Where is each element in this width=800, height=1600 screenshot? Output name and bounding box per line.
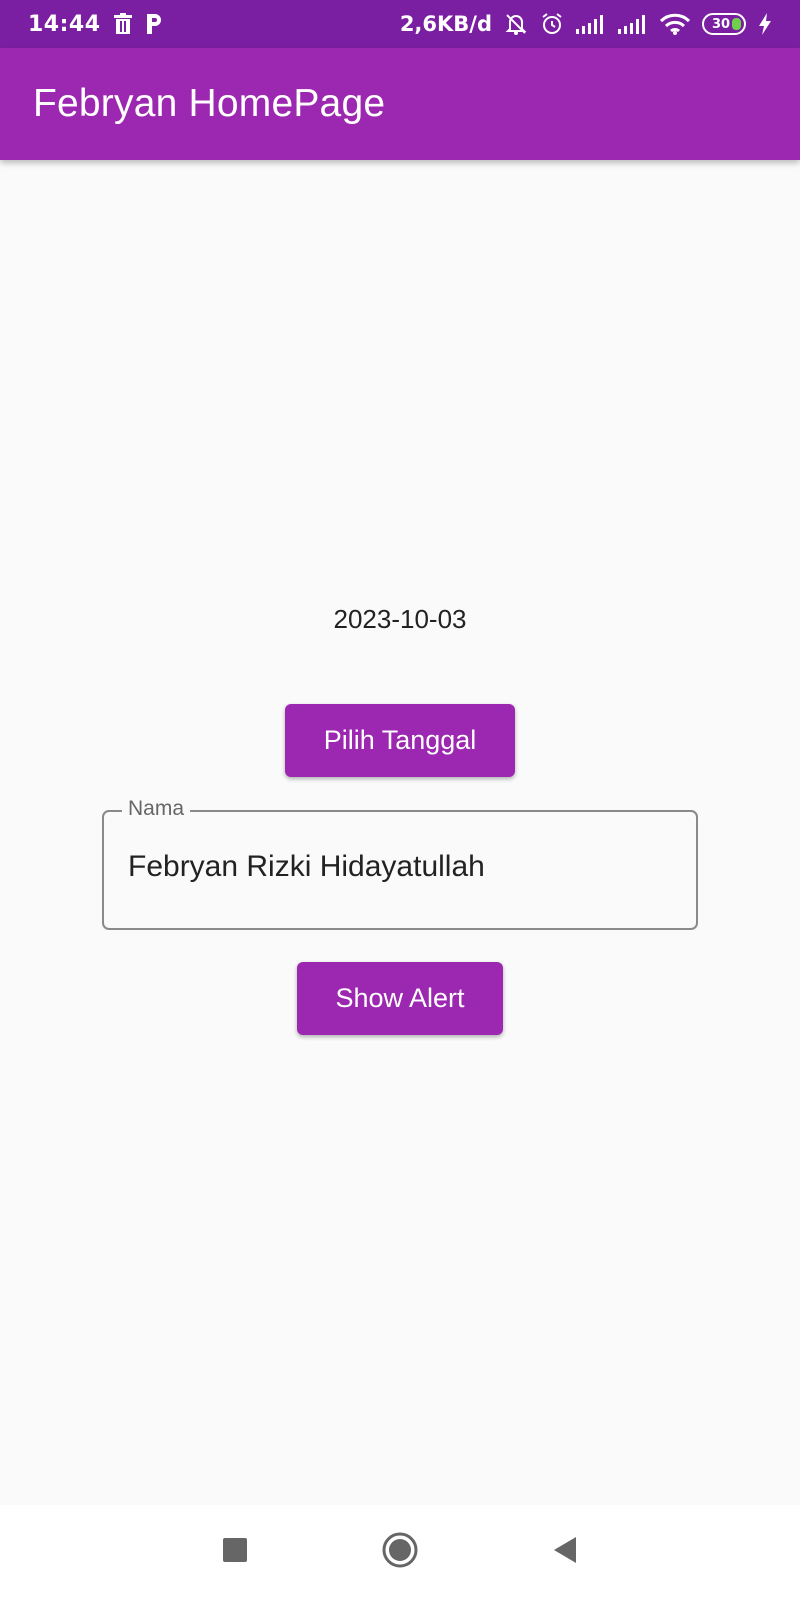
navigation-bar	[0, 1505, 800, 1600]
parking-icon	[145, 13, 163, 35]
signal-icon	[576, 14, 606, 34]
trash-icon	[113, 13, 133, 35]
name-field-label: Nama	[122, 797, 191, 821]
selected-date: 2023-10-03	[333, 604, 467, 634]
signal-icon	[618, 14, 648, 34]
battery-level: 30	[711, 16, 731, 32]
app-bar: Febryan HomePage	[0, 48, 800, 160]
pick-date-button[interactable]: Pilih Tanggal	[285, 704, 515, 777]
mute-bell-icon	[504, 12, 528, 36]
show-alert-button[interactable]: Show Alert	[297, 962, 503, 1035]
network-speed: 2,6KB/d	[399, 12, 492, 36]
battery-fill	[732, 18, 741, 30]
recents-square-icon	[222, 1537, 248, 1568]
status-bar-right: 2,6KB/d 30	[400, 12, 772, 36]
recents-button[interactable]	[190, 1505, 280, 1600]
back-button[interactable]	[520, 1505, 610, 1600]
battery-icon: 30	[702, 13, 746, 35]
status-bar-left: 14:44	[28, 12, 163, 37]
wifi-icon	[660, 13, 690, 35]
charging-icon	[758, 13, 772, 35]
name-field-value[interactable]: Febryan Rizki Hidayatullah	[128, 850, 485, 884]
status-bar: 14:44 2,6KB/d 30	[0, 0, 800, 48]
home-button[interactable]	[355, 1505, 445, 1600]
status-time: 14:44	[28, 11, 101, 37]
screen: 14:44 2,6KB/d 30 Febryan HomePage 2023-1…	[0, 0, 800, 1600]
alarm-icon	[540, 12, 564, 36]
name-field[interactable]: Nama Febryan Rizki Hidayatullah	[102, 797, 698, 930]
back-triangle-icon	[552, 1536, 578, 1569]
home-circle-icon	[381, 1531, 419, 1574]
app-title: Febryan HomePage	[33, 82, 386, 125]
